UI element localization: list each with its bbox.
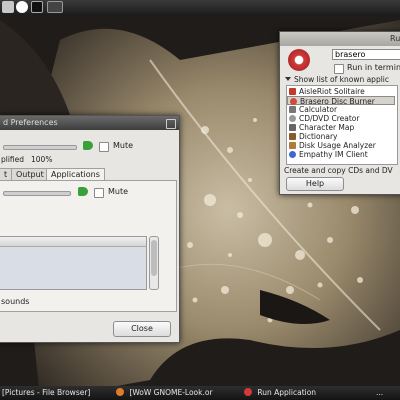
run-icon: [244, 388, 252, 396]
app-volume-icon: [78, 187, 88, 196]
app-volume-slider[interactable]: [3, 191, 71, 196]
calculator-icon: [289, 106, 296, 113]
firefox-icon: [116, 388, 124, 396]
run-in-terminal-checkbox[interactable]: [334, 64, 344, 74]
app-mute-label: Mute: [108, 187, 129, 196]
app-list-item-selected[interactable]: Brasero Disc Burner: [287, 96, 395, 106]
app-list-item[interactable]: AisleRiot Solitaire: [287, 87, 395, 96]
sound-list[interactable]: [0, 236, 147, 290]
app-description: Create and copy CDs and DV: [284, 166, 393, 175]
amplified-value: 100%: [31, 155, 53, 164]
gear-icon[interactable]: [16, 1, 28, 13]
mute-label: Mute: [113, 141, 134, 150]
help-button[interactable]: Help: [286, 177, 344, 191]
cards-icon: [289, 88, 296, 95]
workspace-icon[interactable]: [47, 1, 63, 13]
dialog-title: Ru: [390, 34, 400, 43]
close-icon[interactable]: [166, 119, 176, 129]
window-title: d Preferences: [3, 118, 58, 127]
bottom-panel: [Pictures - File Browser] [WoW GNOME-Loo…: [0, 386, 400, 400]
disc-burner-icon: [290, 98, 297, 105]
taskbar-item-browser[interactable]: [WoW GNOME-Look.or: [116, 387, 228, 399]
list-header: [0, 237, 146, 247]
amplified-label: plified: [1, 155, 25, 164]
empathy-icon: [289, 151, 296, 158]
taskbar-item-file-browser[interactable]: [Pictures - File Browser]: [2, 387, 110, 399]
dictionary-icon: [289, 133, 296, 140]
app-list-item[interactable]: Dictionary: [287, 132, 395, 141]
cd-icon: [289, 115, 296, 122]
terminal-icon[interactable]: [31, 1, 43, 13]
sound-preferences-window: d Preferences Mute plified 100% t Output…: [0, 115, 180, 343]
run-application-dialog: Ru Run in termin Show list of known appl…: [279, 31, 400, 195]
expander-arrow-icon[interactable]: [285, 77, 291, 81]
app-mute-checkbox[interactable]: [94, 188, 104, 198]
dialog-titlebar[interactable]: Ru: [280, 32, 400, 46]
top-panel: [0, 0, 400, 14]
app-list-item[interactable]: Character Map: [287, 123, 395, 132]
mute-checkbox[interactable]: [99, 142, 109, 152]
app-list-item[interactable]: Empathy IM Client: [287, 150, 395, 159]
character-map-icon: [289, 124, 296, 131]
known-apps-list[interactable]: AisleRiot Solitaire Brasero Disc Burner …: [286, 85, 398, 165]
taskbar-item-overflow[interactable]: ...: [376, 387, 398, 399]
app-list-item[interactable]: Calculator: [287, 105, 395, 114]
sounds-label: sounds: [1, 297, 30, 306]
disk-usage-icon: [289, 142, 296, 149]
window-titlebar[interactable]: d Preferences: [0, 116, 179, 130]
app-list-item[interactable]: Disk Usage Analyzer: [287, 141, 395, 150]
show-list-label[interactable]: Show list of known applic: [294, 75, 389, 84]
app-menu-icon[interactable]: [2, 1, 14, 13]
output-volume-slider[interactable]: [3, 145, 77, 150]
run-app-logo-icon: [288, 49, 310, 71]
app-list-item[interactable]: CD/DVD Creator: [287, 114, 395, 123]
run-in-terminal-label: Run in termin: [347, 63, 400, 72]
help-button-label: Help: [305, 179, 325, 188]
list-scrollbar[interactable]: [149, 236, 159, 290]
taskbar-item-run-application[interactable]: Run Application: [244, 387, 344, 399]
volume-speaker-icon: [83, 141, 93, 150]
tab-strip: t Output Applications: [0, 168, 179, 181]
close-button-label: Close: [131, 324, 153, 333]
close-button[interactable]: Close: [113, 321, 171, 337]
command-input[interactable]: [332, 49, 400, 60]
